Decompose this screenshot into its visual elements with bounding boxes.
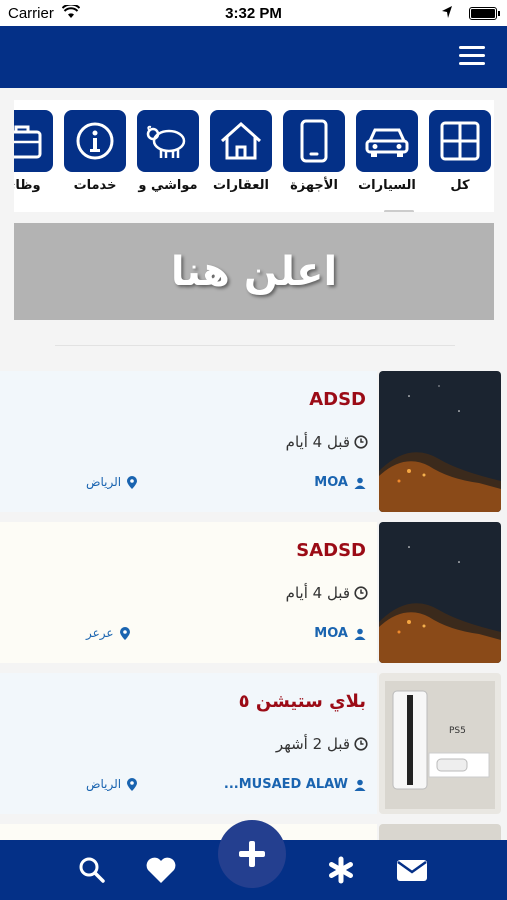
listing-thumbnail[interactable]	[379, 824, 501, 840]
grid-icon	[429, 110, 491, 172]
listing-time: قبل 4 أيام	[286, 584, 368, 602]
listing-user-label: MUSAED ALAW...	[223, 777, 348, 792]
category-real-estate[interactable]: العقارات	[209, 110, 273, 193]
category-label: كل	[450, 178, 470, 193]
category-livestock[interactable]: مواشي و	[136, 110, 200, 193]
list-item[interactable]: SADSD قبل 4 أيام MOA عرعر	[0, 522, 507, 663]
category-jobs[interactable]: وظائ	[14, 110, 54, 193]
list-item[interactable]	[0, 824, 377, 840]
house-icon	[210, 110, 272, 172]
category-label: خدمات	[73, 178, 117, 193]
category-label: السيارات	[358, 178, 416, 193]
listing-time-label: قبل 4 أيام	[285, 433, 350, 451]
listing-time-label: قبل 2 أشهر	[275, 735, 350, 753]
status-bar: Carrier 3:32 PM	[0, 0, 507, 26]
listing-city[interactable]: الرياض	[86, 475, 138, 489]
briefcase-icon	[14, 110, 53, 172]
listing-city[interactable]: عرعر	[86, 626, 130, 640]
category-services[interactable]: خدمات	[63, 110, 127, 193]
top-navbar	[0, 26, 507, 88]
heart-icon[interactable]	[143, 854, 179, 886]
category-label: العقارات	[213, 178, 269, 193]
add-icon	[239, 841, 265, 867]
listing-user-label: MOA	[314, 626, 348, 641]
car-icon	[356, 110, 418, 172]
listing-time-label: قبل 4 أيام	[285, 584, 350, 602]
listing-thumbnail[interactable]	[379, 522, 501, 663]
category-all[interactable]: كل	[428, 110, 492, 193]
listing-thumbnail[interactable]: PS5	[379, 673, 501, 814]
battery-icon	[469, 7, 500, 20]
category-scroller[interactable]: كل السيارات الأجهزة العقارات مواشي و خدم…	[14, 100, 494, 212]
user-icon	[354, 628, 366, 640]
list-item[interactable]: ADSD قبل 4 أيام MOA الرياض	[0, 371, 507, 512]
info-icon	[64, 110, 126, 172]
asterisk-icon[interactable]	[323, 854, 359, 886]
ad-banner[interactable]: اعلن هنا	[14, 223, 494, 320]
user-icon	[354, 477, 366, 489]
ad-banner-text: اعلن هنا	[170, 248, 338, 295]
list-item[interactable]: PS5 بلاي ستيشن ٥ قبل 2 أشهر MUSAED ALAW.…	[0, 673, 507, 814]
add-listing-button[interactable]	[218, 820, 286, 888]
listing-user[interactable]: MUSAED ALAW...	[224, 777, 366, 792]
user-icon	[354, 779, 366, 791]
phone-icon	[283, 110, 345, 172]
category-label: الأجهزة	[290, 178, 338, 193]
listing-title: بلاي ستيشن ٥	[238, 691, 366, 712]
category-label: وظائ	[14, 178, 41, 193]
scroll-indicator	[384, 210, 414, 212]
listing-thumbnail[interactable]	[379, 371, 501, 512]
listing-city[interactable]: الرياض	[86, 777, 138, 791]
listing-user[interactable]: MOA	[314, 475, 366, 490]
envelope-icon[interactable]	[394, 854, 430, 886]
clock: 3:32 PM	[225, 5, 282, 22]
listing-user-label: MOA	[314, 475, 348, 490]
listing-city-label: الرياض	[86, 777, 122, 791]
listing-time: قبل 4 أيام	[286, 433, 368, 451]
sheep-icon	[137, 110, 199, 172]
location-arrow-icon	[441, 5, 453, 23]
clock-icon	[354, 737, 368, 751]
listing-user[interactable]: MOA	[314, 626, 366, 641]
listing-time: قبل 2 أشهر	[276, 735, 368, 753]
listing-city-label: عرعر	[86, 626, 114, 640]
svg-text:PS5: PS5	[449, 726, 466, 736]
clock-icon	[354, 586, 368, 600]
map-pin-icon	[127, 777, 138, 791]
listing-city-label: الرياض	[86, 475, 122, 489]
listing-title: ADSD	[309, 389, 366, 410]
category-devices[interactable]: الأجهزة	[282, 110, 346, 193]
search-icon[interactable]	[74, 854, 110, 886]
divider	[55, 345, 455, 346]
menu-icon[interactable]	[459, 46, 485, 66]
listing-title: SADSD	[296, 540, 366, 561]
map-pin-icon	[127, 475, 138, 489]
category-cars[interactable]: السيارات	[355, 110, 419, 193]
clock-icon	[354, 435, 368, 449]
category-label: مواشي و	[138, 178, 198, 193]
map-pin-icon	[119, 626, 130, 640]
